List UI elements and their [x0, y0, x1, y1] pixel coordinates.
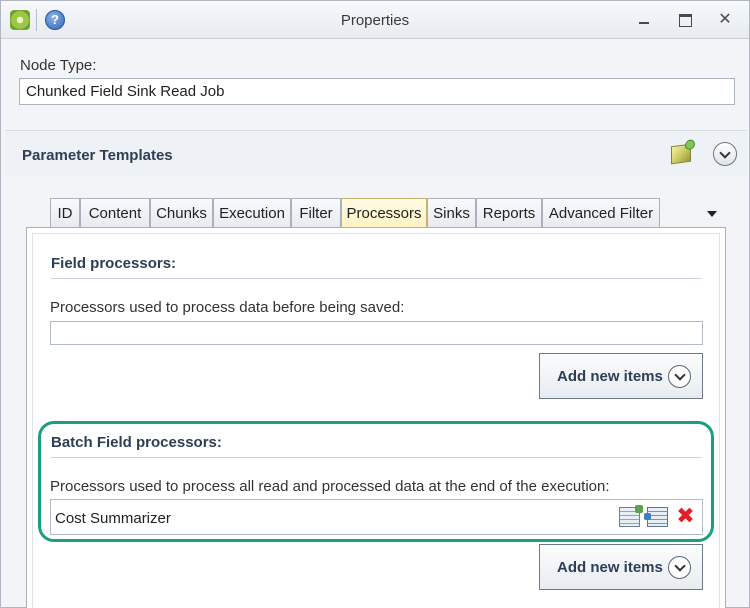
- add-field-processor-button[interactable]: Add new items: [539, 353, 703, 399]
- field-processors-list[interactable]: [50, 321, 703, 345]
- tab-advanced-filter[interactable]: Advanced Filter: [542, 198, 660, 228]
- section-divider: [51, 457, 702, 458]
- expand-templates-button[interactable]: [713, 142, 737, 166]
- add-button-label: Add new items: [557, 368, 663, 385]
- edit-item-icon[interactable]: [619, 505, 643, 527]
- tab-filter[interactable]: Filter: [291, 198, 341, 228]
- node-type-label: Node Type:: [20, 57, 97, 74]
- delete-item-icon[interactable]: ✖: [675, 506, 696, 528]
- title-bar: ? Properties ✕: [1, 1, 749, 39]
- item-properties-icon[interactable]: [644, 507, 668, 527]
- chevron-down-icon: [668, 556, 691, 579]
- batch-field-processors-description: Processors used to process all read and …: [50, 478, 610, 495]
- minimize-button[interactable]: [633, 10, 655, 30]
- maximize-button[interactable]: [674, 10, 696, 30]
- section-divider: [51, 278, 702, 279]
- tab-execution[interactable]: Execution: [213, 198, 291, 228]
- properties-window: ? Properties ✕ Node Type: Chunked Field …: [0, 0, 750, 608]
- add-button-label: Add new items: [557, 559, 663, 576]
- tab-sinks[interactable]: Sinks: [427, 198, 476, 228]
- field-processors-title: Field processors:: [51, 255, 177, 272]
- tabs-dropdown-icon[interactable]: [707, 211, 717, 217]
- close-button[interactable]: ✕: [714, 10, 736, 30]
- parameter-templates-title: Parameter Templates: [22, 147, 173, 164]
- tab-chunks[interactable]: Chunks: [150, 198, 213, 228]
- tab-content[interactable]: Content: [80, 198, 150, 228]
- field-processors-description: Processors used to process data before b…: [50, 299, 405, 316]
- add-batch-processor-button[interactable]: Add new items: [539, 544, 703, 590]
- node-type-field[interactable]: Chunked Field Sink Read Job: [19, 78, 735, 105]
- batch-field-processors-title: Batch Field processors:: [51, 434, 222, 451]
- package-icon[interactable]: [671, 143, 691, 165]
- chevron-down-icon: [668, 365, 691, 388]
- tab-reports[interactable]: Reports: [476, 198, 542, 228]
- tab-id[interactable]: ID: [50, 198, 80, 228]
- list-item[interactable]: Cost Summarizer: [55, 510, 171, 527]
- tab-processors[interactable]: Processors: [341, 198, 427, 229]
